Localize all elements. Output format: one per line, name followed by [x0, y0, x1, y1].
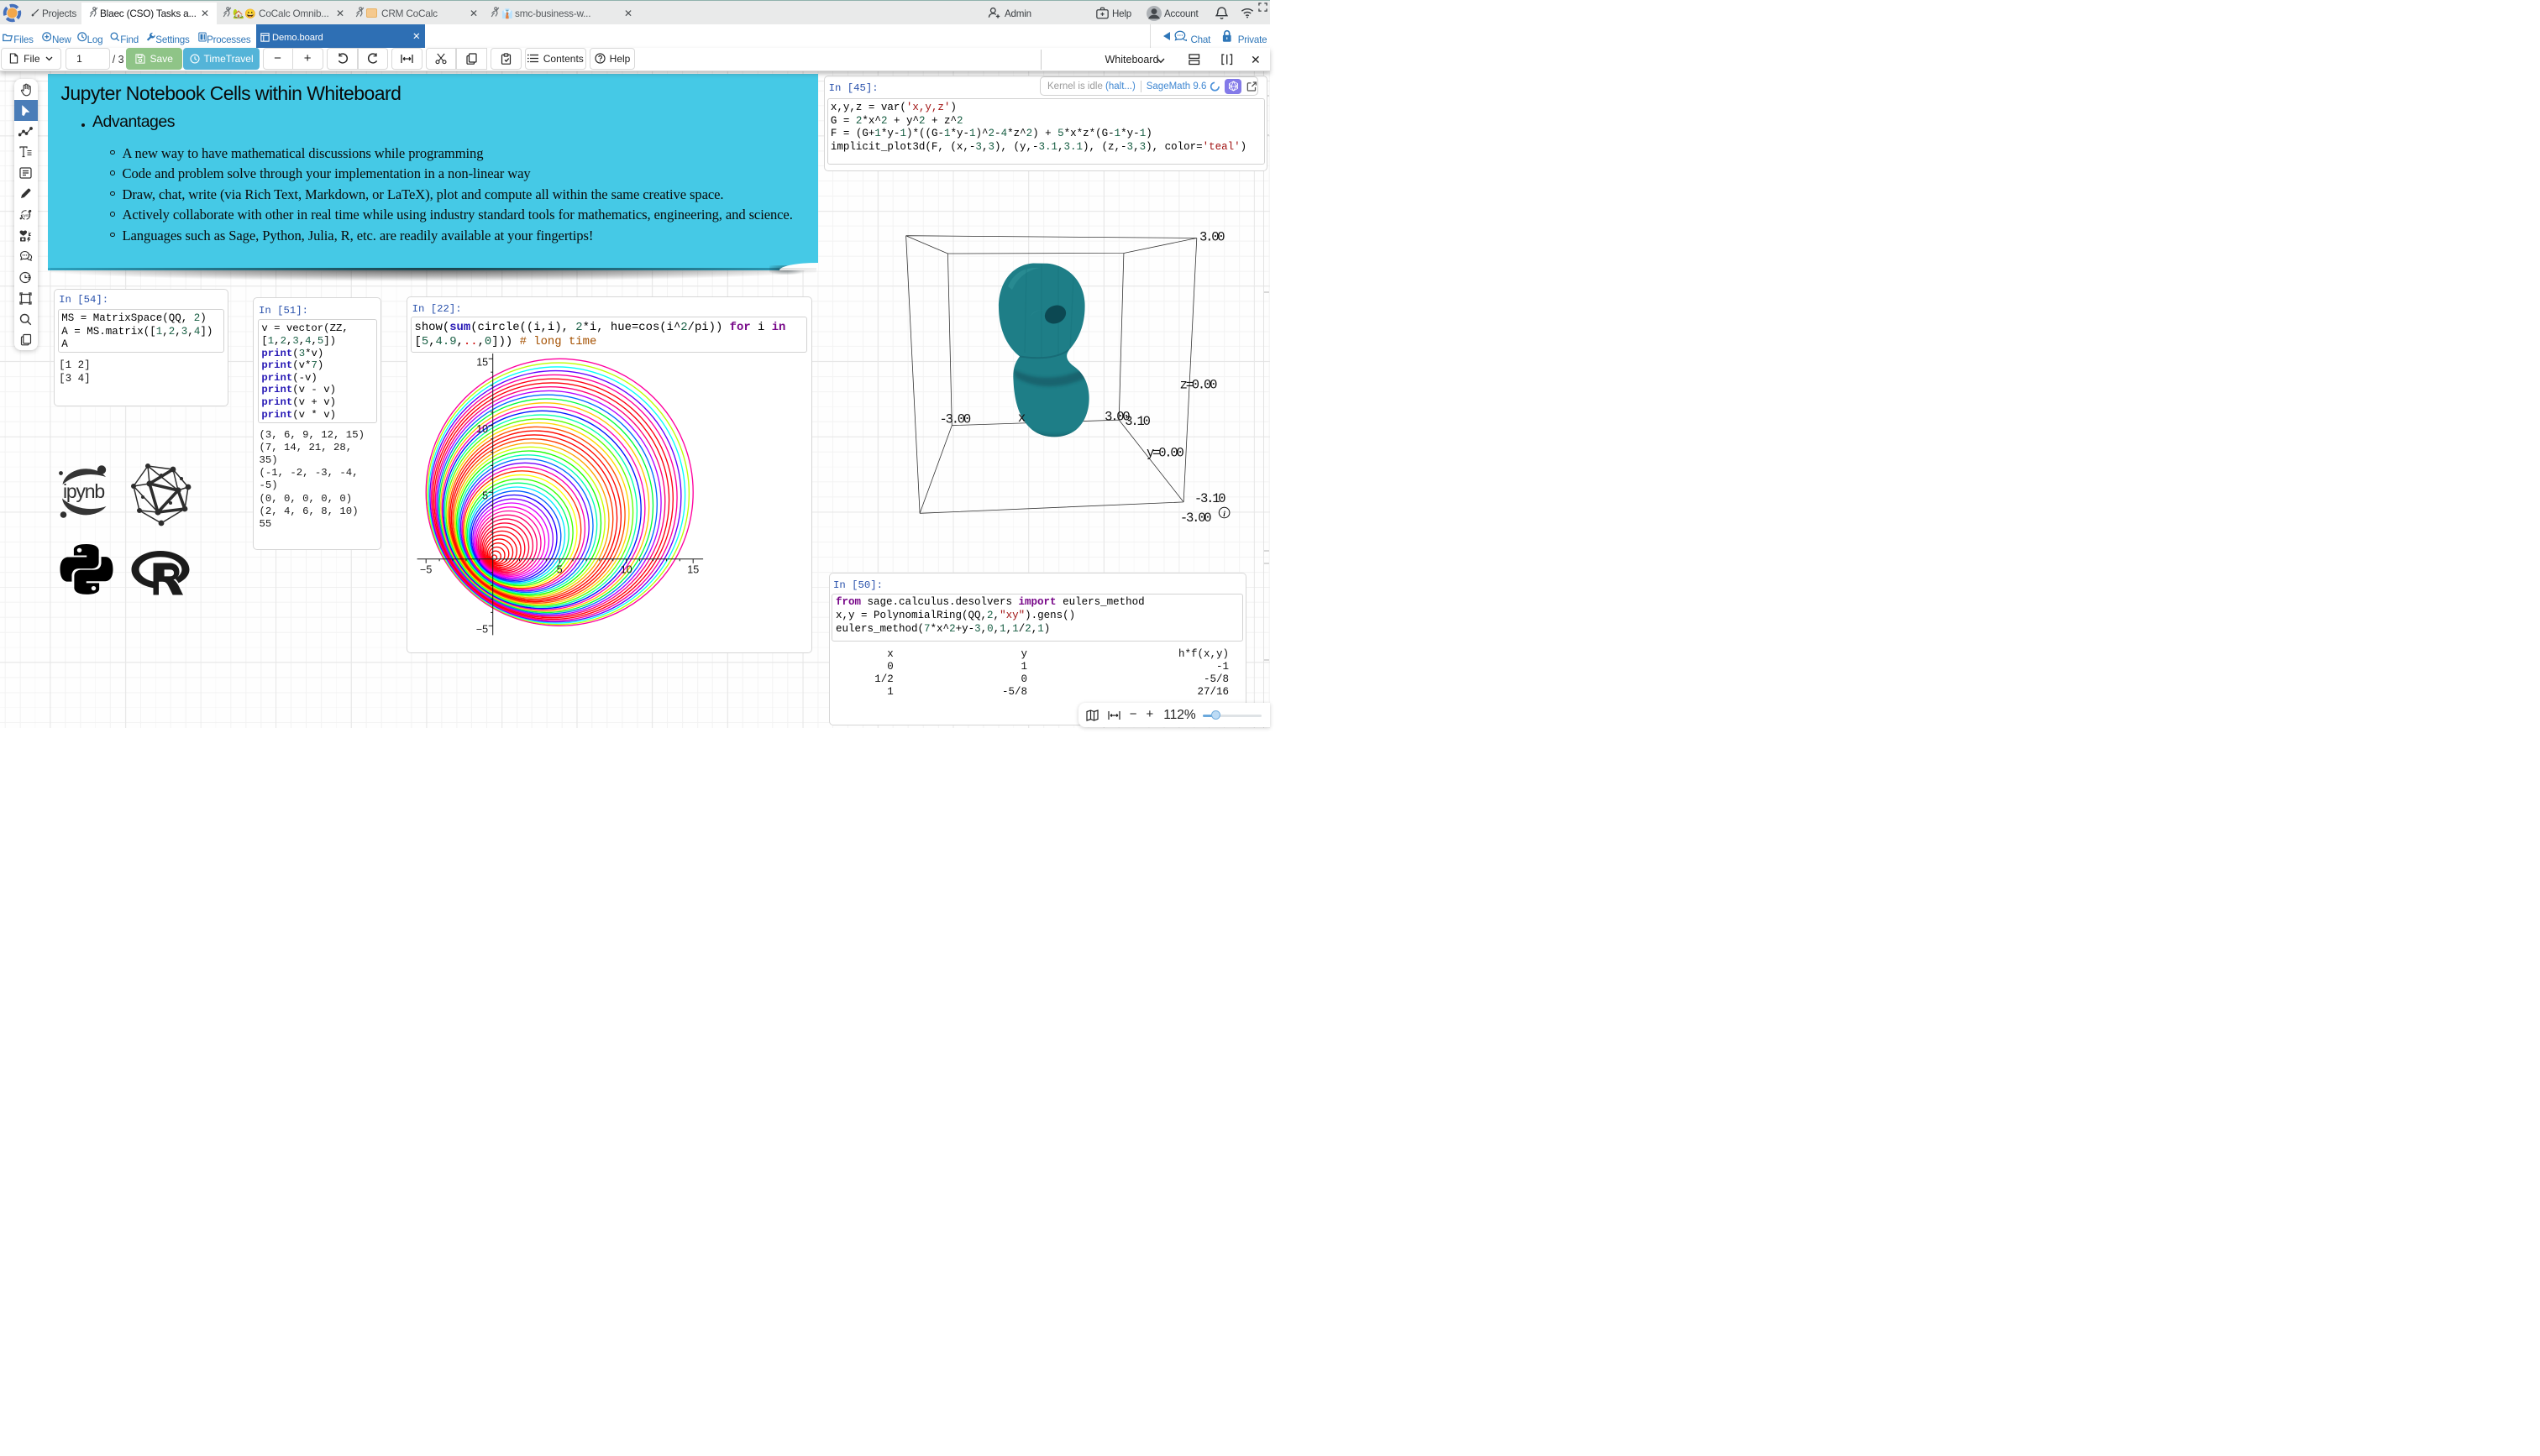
- svg-text:5: 5: [557, 563, 563, 575]
- svg-text:15: 15: [687, 563, 699, 575]
- svg-text:3.00: 3.00: [1199, 229, 1225, 244]
- svg-text:3.10: 3.10: [1125, 414, 1150, 429]
- svg-text:z=0.00: z=0.00: [1180, 377, 1218, 392]
- svg-text:y=0.00: y=0.00: [1147, 445, 1184, 460]
- svg-text:-3.00: -3.00: [940, 411, 971, 427]
- svg-text:−5: −5: [420, 563, 432, 575]
- svg-text:−5: −5: [476, 624, 488, 636]
- svg-text:10: 10: [476, 423, 488, 435]
- svg-text:-3.10: -3.10: [1194, 491, 1225, 506]
- svg-text:i: i: [1223, 511, 1225, 519]
- svg-text:5: 5: [482, 490, 488, 502]
- svg-text:ipynb: ipynb: [63, 480, 104, 502]
- svg-text:15: 15: [476, 357, 488, 369]
- svg-text:10: 10: [621, 563, 632, 575]
- svg-text:ipynb: ipynb: [21, 213, 30, 217]
- svg-text:-3.00: -3.00: [1180, 511, 1211, 526]
